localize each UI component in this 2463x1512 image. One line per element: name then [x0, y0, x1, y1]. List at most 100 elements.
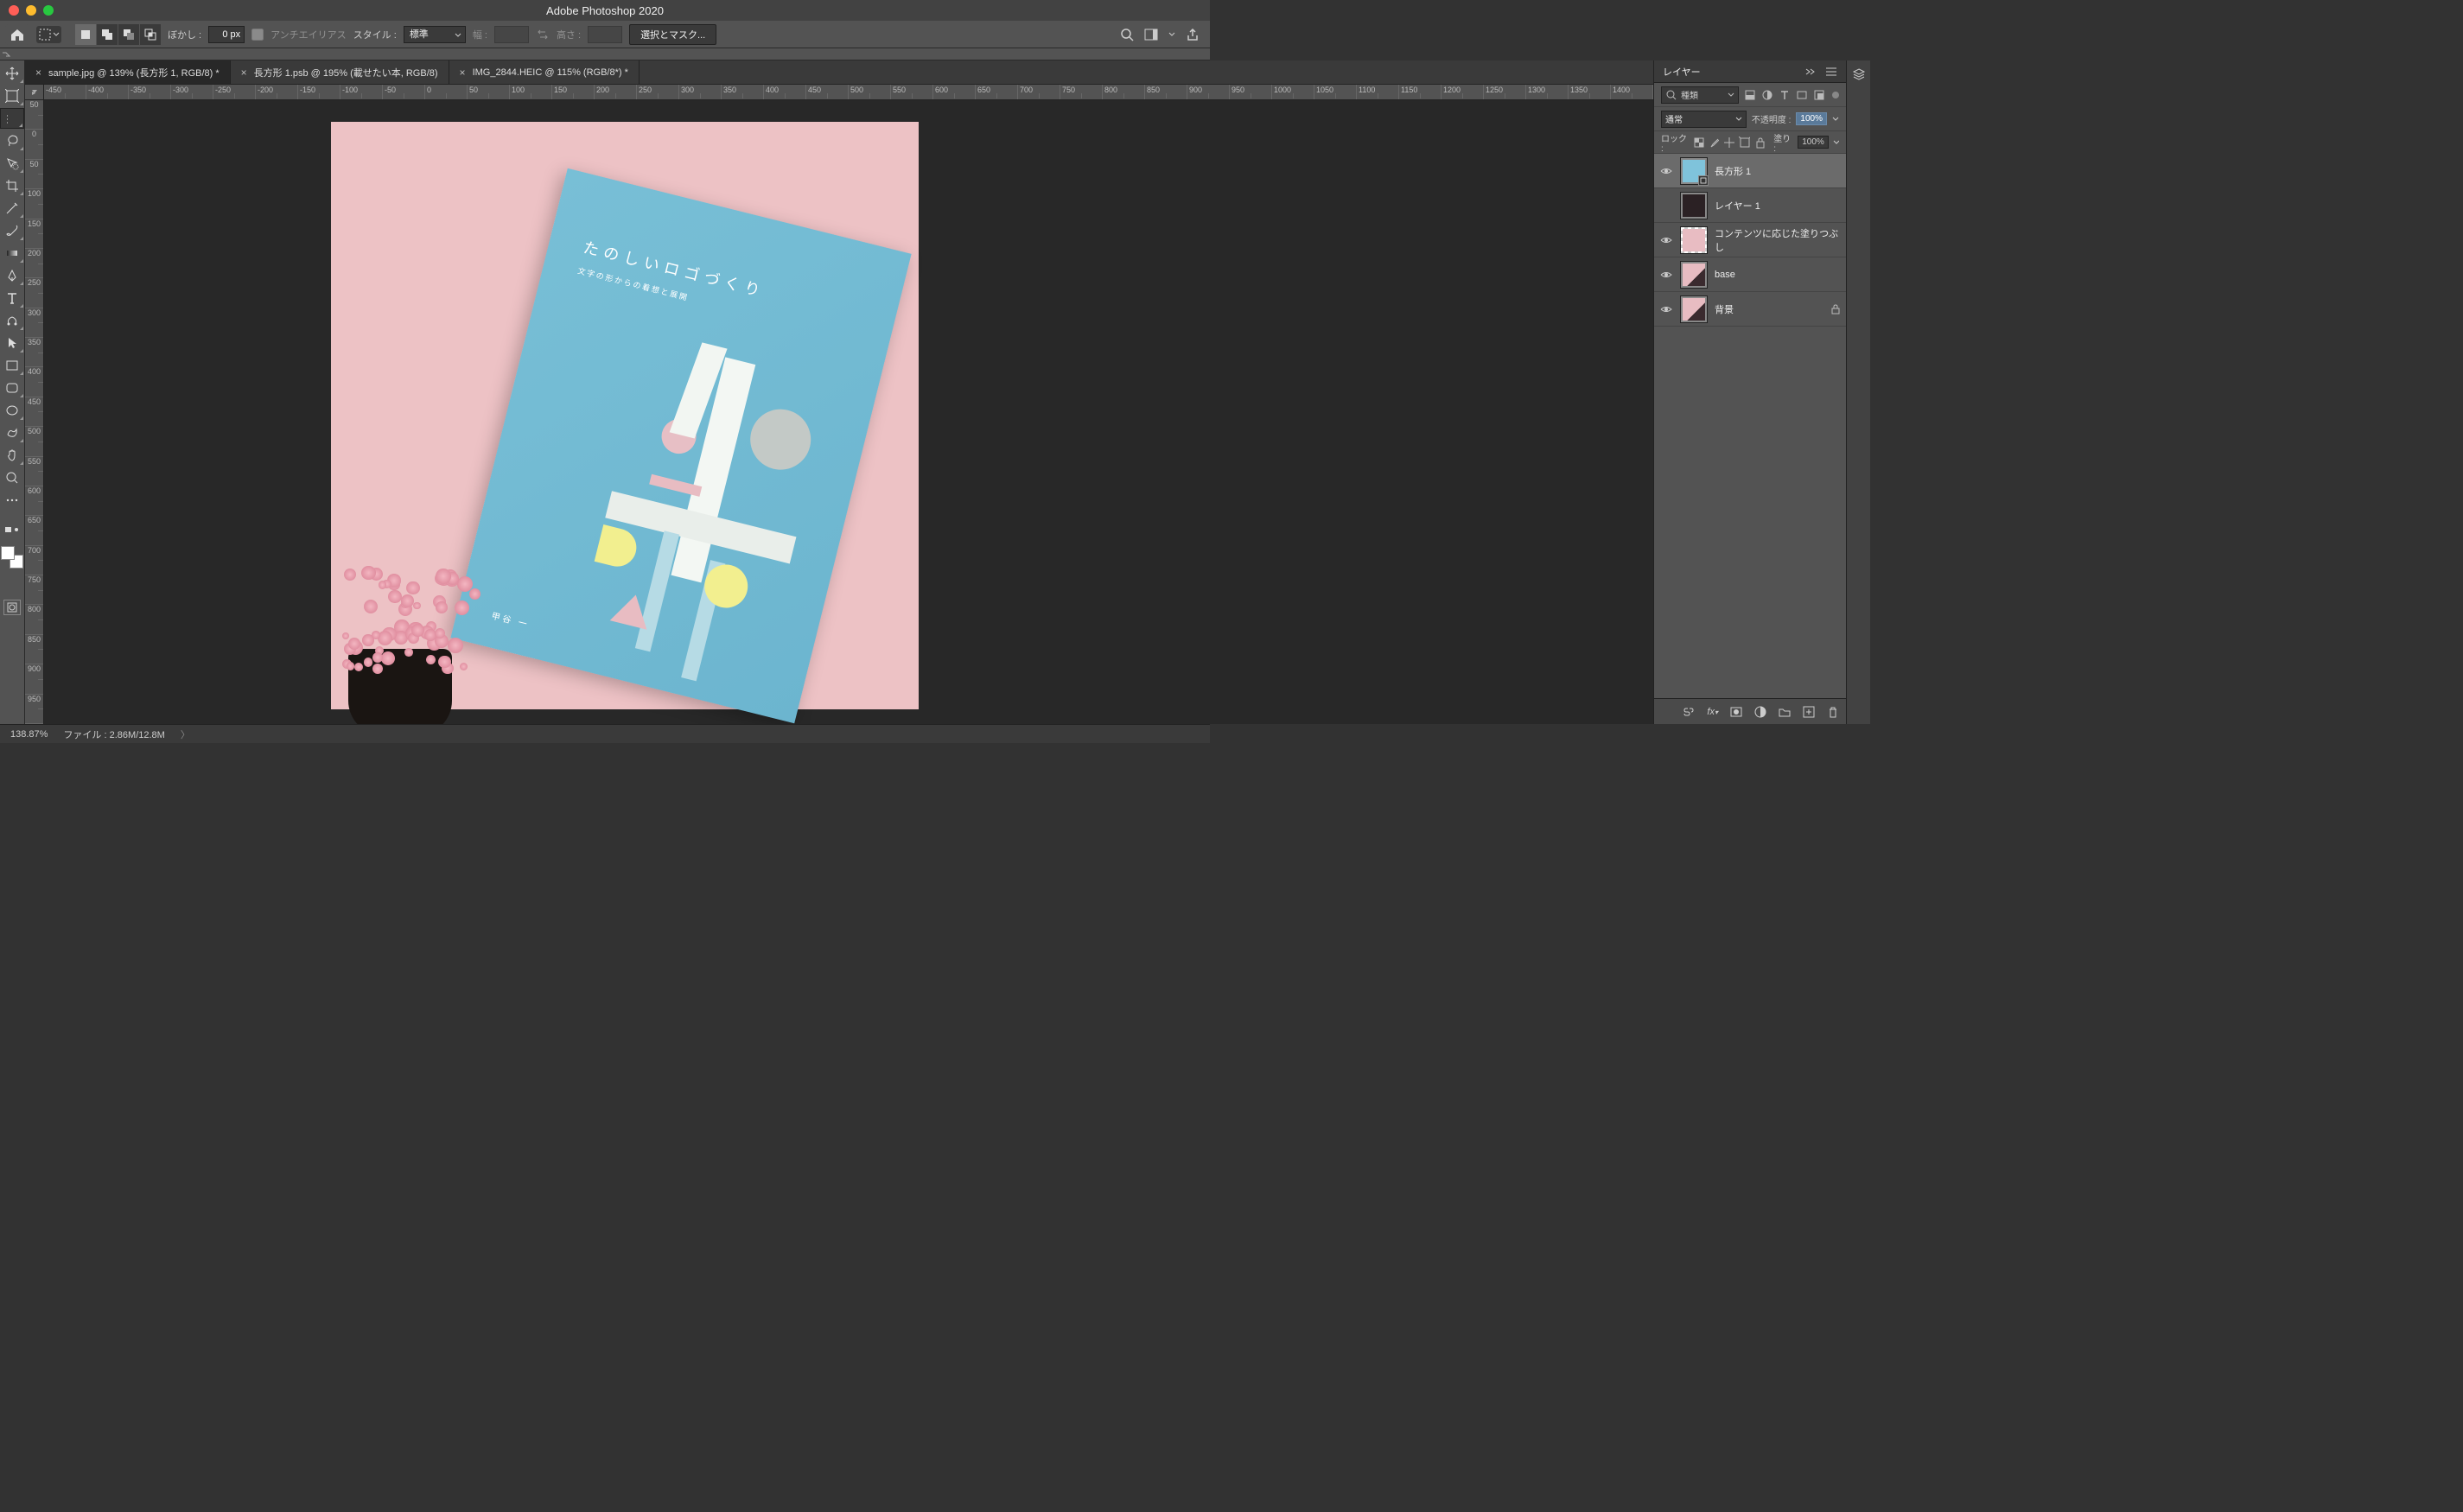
- fill-value[interactable]: 100%: [1798, 136, 1829, 149]
- selection-add[interactable]: [97, 24, 118, 45]
- more-tools[interactable]: [0, 490, 24, 511]
- hand-tool[interactable]: [0, 445, 24, 466]
- layer-filter-select[interactable]: 種類: [1661, 86, 1739, 104]
- tab-close-icon[interactable]: ×: [35, 67, 41, 79]
- pen-tool[interactable]: [0, 265, 24, 286]
- collapsed-panel-tab[interactable]: [0, 48, 1210, 60]
- chevron-down-icon[interactable]: [1832, 113, 1839, 125]
- canvas[interactable]: たのしいロゴづくり 文字の形からの着想と展開 甲谷 一: [44, 100, 1653, 724]
- layer-thumbnail[interactable]: [1680, 261, 1708, 289]
- rounded-rectangle-tool[interactable]: [0, 378, 24, 398]
- quick-mask-toggle[interactable]: [3, 600, 21, 615]
- layer-thumbnail[interactable]: [1680, 226, 1708, 254]
- filter-shape-icon[interactable]: [1796, 89, 1808, 101]
- color-swatches[interactable]: [1, 546, 23, 569]
- layer-mask-icon[interactable]: [1730, 706, 1742, 718]
- ruler-horizontal[interactable]: -450-400-350-300-250-200-150-100-5005010…: [25, 85, 1653, 100]
- new-group-icon[interactable]: [1779, 706, 1791, 718]
- lock-transparency-icon[interactable]: [1693, 137, 1704, 149]
- delete-layer-icon[interactable]: [1827, 706, 1839, 718]
- visibility-toggle[interactable]: [1659, 268, 1673, 282]
- visibility-toggle[interactable]: [1659, 164, 1673, 178]
- doc-tab[interactable]: ×長方形 1.psb @ 195% (載せたい本, RGB/8): [231, 60, 449, 84]
- panel-menu-icon[interactable]: [1825, 67, 1837, 77]
- adjustment-layer-icon[interactable]: [1754, 706, 1766, 718]
- ruler-vertical[interactable]: 5005010015020025030035040045050055060065…: [25, 100, 44, 724]
- visibility-toggle[interactable]: [1659, 233, 1673, 247]
- selection-new[interactable]: [75, 24, 96, 45]
- layer-name[interactable]: 長方形 1: [1715, 164, 1841, 178]
- layer-name[interactable]: レイヤー 1: [1715, 199, 1841, 213]
- foreground-color[interactable]: [1, 546, 15, 560]
- layer-row[interactable]: レイヤー 1: [1654, 188, 1846, 223]
- selection-intersect[interactable]: [140, 24, 161, 45]
- chevron-down-icon[interactable]: [1168, 28, 1175, 41]
- layer-name[interactable]: 背景: [1715, 302, 1823, 316]
- workspace-icon[interactable]: [1144, 28, 1158, 41]
- home-button[interactable]: [5, 24, 29, 45]
- lasso-tool[interactable]: [0, 130, 24, 151]
- tab-close-icon[interactable]: ×: [241, 67, 247, 79]
- rectangle-tool[interactable]: [0, 355, 24, 376]
- lock-pixels-icon[interactable]: [1709, 137, 1720, 149]
- eyedropper-tool[interactable]: [0, 198, 24, 219]
- marquee-tool[interactable]: [0, 108, 24, 129]
- layer-name[interactable]: base: [1715, 270, 1841, 280]
- close-window[interactable]: [9, 5, 19, 16]
- layer-row[interactable]: 背景: [1654, 292, 1846, 327]
- edit-toolbar[interactable]: [0, 519, 24, 540]
- layer-effects-icon[interactable]: fx▾: [1707, 707, 1718, 717]
- gradient-tool[interactable]: [0, 243, 24, 264]
- layer-row[interactable]: 長方形 1: [1654, 154, 1846, 188]
- lock-all-icon[interactable]: [1754, 137, 1766, 149]
- opacity-value[interactable]: 100%: [1796, 112, 1827, 125]
- search-icon[interactable]: [1120, 28, 1134, 41]
- share-icon[interactable]: [1186, 28, 1200, 41]
- collapse-panel-icon[interactable]: [1804, 67, 1817, 77]
- chevron-down-icon[interactable]: [1833, 137, 1839, 149]
- layer-row[interactable]: base: [1654, 257, 1846, 292]
- filter-smartobject-icon[interactable]: [1813, 89, 1825, 101]
- lock-position-icon[interactable]: [1723, 137, 1734, 149]
- style-select[interactable]: 標準: [404, 26, 466, 43]
- select-and-mask-button[interactable]: 選択とマスク...: [629, 24, 716, 45]
- filter-type-icon[interactable]: [1779, 89, 1791, 101]
- custom-shape-tool[interactable]: [0, 422, 24, 443]
- minimize-window[interactable]: [26, 5, 36, 16]
- ruler-origin[interactable]: [25, 85, 44, 99]
- layer-thumbnail[interactable]: [1680, 295, 1708, 323]
- type-tool[interactable]: [0, 288, 24, 308]
- crop-tool[interactable]: [0, 175, 24, 196]
- tool-preset-dropdown[interactable]: [36, 26, 61, 43]
- lock-artboard-icon[interactable]: [1739, 137, 1750, 149]
- filter-toggle[interactable]: [1832, 92, 1839, 98]
- link-layers-icon[interactable]: [1683, 706, 1695, 718]
- move-tool[interactable]: [0, 63, 24, 84]
- filter-adjustment-icon[interactable]: [1761, 89, 1773, 101]
- tab-close-icon[interactable]: ×: [460, 67, 466, 79]
- maximize-window[interactable]: [43, 5, 54, 16]
- layer-thumbnail[interactable]: [1680, 192, 1708, 219]
- doc-tab[interactable]: ×IMG_2844.HEIC @ 115% (RGB/8*) *: [449, 60, 640, 84]
- blend-mode-select[interactable]: 通常: [1661, 111, 1747, 128]
- layer-name[interactable]: コンテンツに応じた塗りつぶし: [1715, 226, 1841, 254]
- brush-tool[interactable]: [0, 220, 24, 241]
- selection-subtract[interactable]: [118, 24, 139, 45]
- path-selection-tool[interactable]: [0, 333, 24, 353]
- zoom-tool[interactable]: [0, 467, 24, 488]
- doc-tab[interactable]: ×sample.jpg @ 139% (長方形 1, RGB/8) *: [25, 60, 231, 84]
- layer-row[interactable]: コンテンツに応じた塗りつぶし: [1654, 223, 1846, 257]
- layers-panel-icon[interactable]: [1852, 67, 1866, 81]
- feather-input[interactable]: [208, 26, 245, 43]
- visibility-toggle[interactable]: [1659, 302, 1673, 316]
- shape-tool[interactable]: [0, 310, 24, 331]
- quick-selection-tool[interactable]: [0, 153, 24, 174]
- status-more-icon[interactable]: 〉: [181, 727, 190, 741]
- filter-pixel-icon[interactable]: [1744, 89, 1756, 101]
- ellipse-tool[interactable]: [0, 400, 24, 421]
- new-layer-icon[interactable]: [1803, 706, 1815, 718]
- panel-title[interactable]: レイヤー: [1663, 65, 1701, 79]
- layer-thumbnail[interactable]: [1680, 157, 1708, 185]
- artboard-tool[interactable]: [0, 86, 24, 106]
- zoom-level[interactable]: 138.87%: [10, 729, 48, 740]
